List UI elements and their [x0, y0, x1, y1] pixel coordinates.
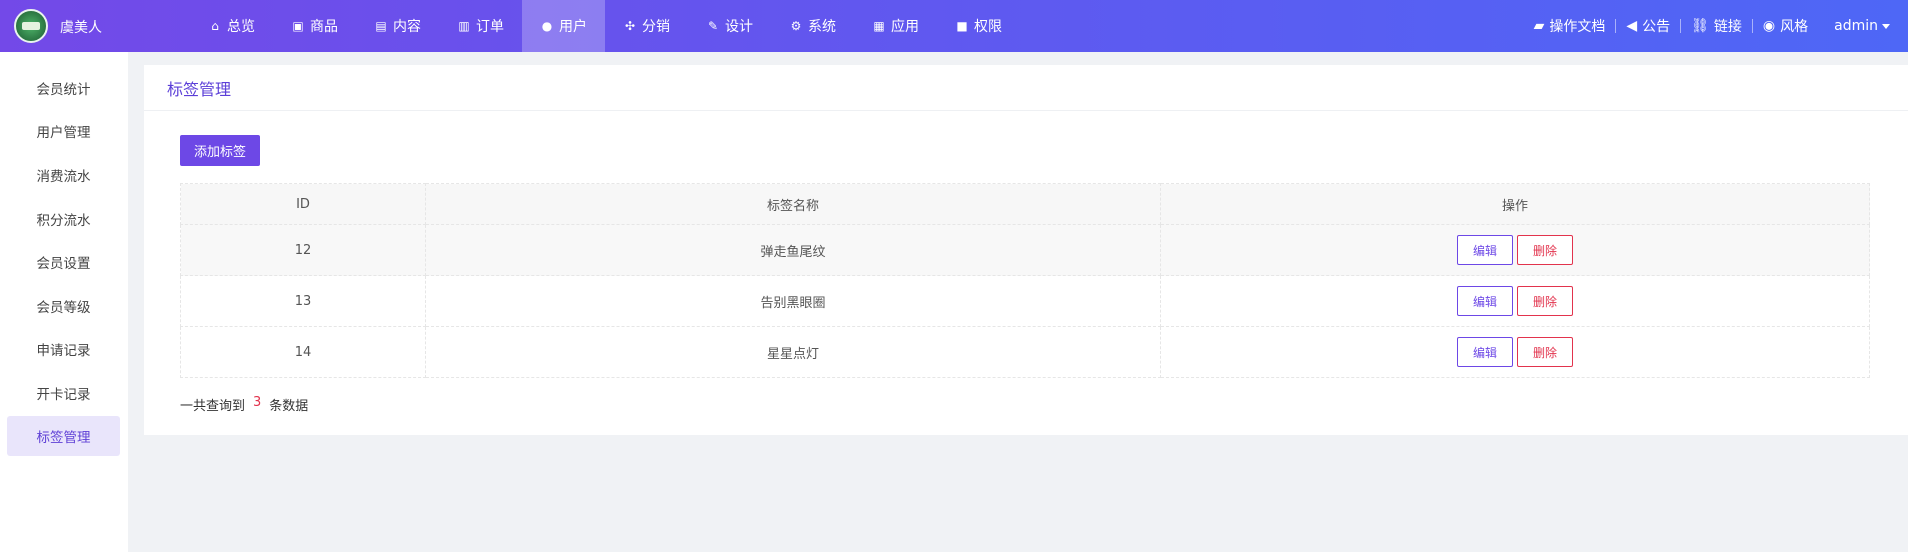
lock-icon: ■ — [956, 19, 968, 33]
sidebar: 会员统计 用户管理 消费流水 积分流水 会员设置 会员等级 申请记录 开卡记录 … — [0, 52, 128, 552]
username: admin — [1834, 18, 1878, 34]
shopping-bag-icon: ▣ — [292, 19, 304, 33]
column-header-actions: 操作 — [1160, 183, 1870, 225]
table-row: 12 弹走鱼尾纹 编辑 删除 — [180, 224, 1870, 276]
summary-prefix: 一共查询到 — [180, 399, 246, 414]
cell-name: 告别黑眼圈 — [425, 275, 1161, 327]
tag-table: ID 标签名称 操作 12 弹走鱼尾纹 编辑 删除 13 告别黑眼圈 编辑 删除… — [180, 183, 1870, 378]
cell-name: 星星点灯 — [425, 326, 1161, 378]
palette-icon: ◉ — [1762, 18, 1776, 34]
nav-label: 总览 — [227, 19, 255, 35]
delete-button[interactable]: 删除 — [1517, 286, 1573, 316]
notice-label: 公告 — [1642, 19, 1671, 35]
content-card: 标签管理 添加标签 ID 标签名称 操作 12 弹走鱼尾纹 编辑 删除 13 告… — [144, 65, 1908, 435]
nav-label: 内容 — [393, 19, 421, 35]
delete-button[interactable]: 删除 — [1517, 337, 1573, 367]
link-link[interactable]: ⛓ 链接 — [1681, 16, 1752, 36]
brush-icon: ✎ — [707, 19, 719, 33]
document-icon: ▤ — [375, 19, 387, 33]
table-row: 14 星星点灯 编辑 删除 — [180, 326, 1870, 378]
megaphone-icon: ◀ — [1626, 18, 1638, 34]
nav-label: 用户 — [559, 19, 587, 35]
edit-button[interactable]: 编辑 — [1457, 337, 1513, 367]
nav-item-design[interactable]: ✎ 设计 — [688, 0, 771, 52]
sidebar-item-points-flow[interactable]: 积分流水 — [7, 199, 120, 239]
nav-item-users[interactable]: ● 用户 — [522, 0, 605, 52]
card-header: 标签管理 — [144, 65, 1908, 111]
cell-actions: 编辑 删除 — [1160, 326, 1870, 378]
nav-label: 系统 — [808, 19, 836, 35]
table-row: 13 告别黑眼圈 编辑 删除 — [180, 275, 1870, 327]
sidebar-item-consumption-flow[interactable]: 消费流水 — [7, 155, 120, 195]
nav-label: 订单 — [476, 19, 504, 35]
style-label: 风格 — [1780, 19, 1809, 35]
network-icon: ✣ — [624, 19, 636, 33]
cell-id: 13 — [180, 275, 426, 327]
sidebar-item-user-management[interactable]: 用户管理 — [7, 111, 120, 151]
gear-icon: ⚙ — [790, 19, 802, 33]
nav-item-system[interactable]: ⚙ 系统 — [771, 0, 854, 52]
result-summary: 一共查询到 3 条数据 — [180, 395, 308, 414]
nav-item-goods[interactable]: ▣ 商品 — [273, 0, 356, 52]
style-link[interactable]: ◉ 风格 — [1753, 16, 1818, 36]
sidebar-item-tag-management[interactable]: 标签管理 — [7, 416, 120, 456]
user-icon: ● — [541, 19, 553, 33]
docs-link[interactable]: ▰ 操作文档 — [1524, 16, 1616, 36]
home-icon: ⌂ — [211, 19, 219, 33]
edit-button[interactable]: 编辑 — [1457, 286, 1513, 316]
delete-button[interactable]: 删除 — [1517, 235, 1573, 265]
sidebar-item-member-levels[interactable]: 会员等级 — [7, 286, 120, 326]
sidebar-item-member-stats[interactable]: 会员统计 — [7, 68, 120, 108]
sidebar-item-card-records[interactable]: 开卡记录 — [7, 373, 120, 413]
column-header-id: ID — [180, 183, 426, 225]
summary-count: 3 — [253, 395, 262, 410]
main-nav: ⌂ 总览 ▣ 商品 ▤ 内容 ▥ 订单 ● 用户 ✣ 分销 ✎ 设计 ⚙ 系统 — [190, 0, 1020, 52]
top-navbar: 虞美人 ⌂ 总览 ▣ 商品 ▤ 内容 ▥ 订单 ● 用户 ✣ 分销 ✎ 设计 ⚙… — [0, 0, 1908, 52]
cell-actions: 编辑 删除 — [1160, 275, 1870, 327]
sidebar-item-application-records[interactable]: 申请记录 — [7, 329, 120, 369]
table-header-row: ID 标签名称 操作 — [180, 183, 1870, 225]
nav-item-content[interactable]: ▤ 内容 — [356, 0, 439, 52]
chevron-down-icon — [1882, 23, 1890, 29]
page-title: 标签管理 — [167, 79, 232, 99]
cell-id: 12 — [180, 224, 426, 276]
cell-name: 弹走鱼尾纹 — [425, 224, 1161, 276]
cell-actions: 编辑 删除 — [1160, 224, 1870, 276]
nav-label: 分销 — [642, 19, 670, 35]
link-icon: ⛓ — [1691, 18, 1709, 34]
brand-logo[interactable] — [14, 9, 48, 43]
user-menu[interactable]: admin — [1834, 18, 1890, 34]
nav-item-overview[interactable]: ⌂ 总览 — [190, 0, 273, 52]
notice-link[interactable]: ◀ 公告 — [1616, 16, 1680, 36]
brand-name: 虞美人 — [60, 20, 102, 36]
nav-item-distribution[interactable]: ✣ 分销 — [605, 0, 688, 52]
nav-label: 权限 — [974, 19, 1002, 35]
nav-label: 商品 — [310, 19, 338, 35]
nav-item-apps[interactable]: ▦ 应用 — [854, 0, 937, 52]
folder-icon: ▰ — [1533, 18, 1545, 34]
clipboard-icon: ▥ — [458, 19, 470, 33]
add-tag-button[interactable]: 添加标签 — [180, 135, 260, 166]
nav-item-permissions[interactable]: ■ 权限 — [937, 0, 1020, 52]
cell-id: 14 — [180, 326, 426, 378]
nav-item-orders[interactable]: ▥ 订单 — [439, 0, 522, 52]
column-header-name: 标签名称 — [425, 183, 1161, 225]
nav-label: 应用 — [891, 19, 919, 35]
docs-label: 操作文档 — [1549, 19, 1606, 35]
summary-suffix: 条数据 — [269, 399, 309, 414]
header-right-menu: ▰ 操作文档 ◀ 公告 ⛓ 链接 ◉ 风格 admin — [1524, 0, 1890, 52]
link-label: 链接 — [1713, 19, 1742, 35]
sidebar-item-member-settings[interactable]: 会员设置 — [7, 242, 120, 282]
nav-label: 设计 — [725, 19, 753, 35]
grid-icon: ▦ — [873, 19, 885, 33]
edit-button[interactable]: 编辑 — [1457, 235, 1513, 265]
